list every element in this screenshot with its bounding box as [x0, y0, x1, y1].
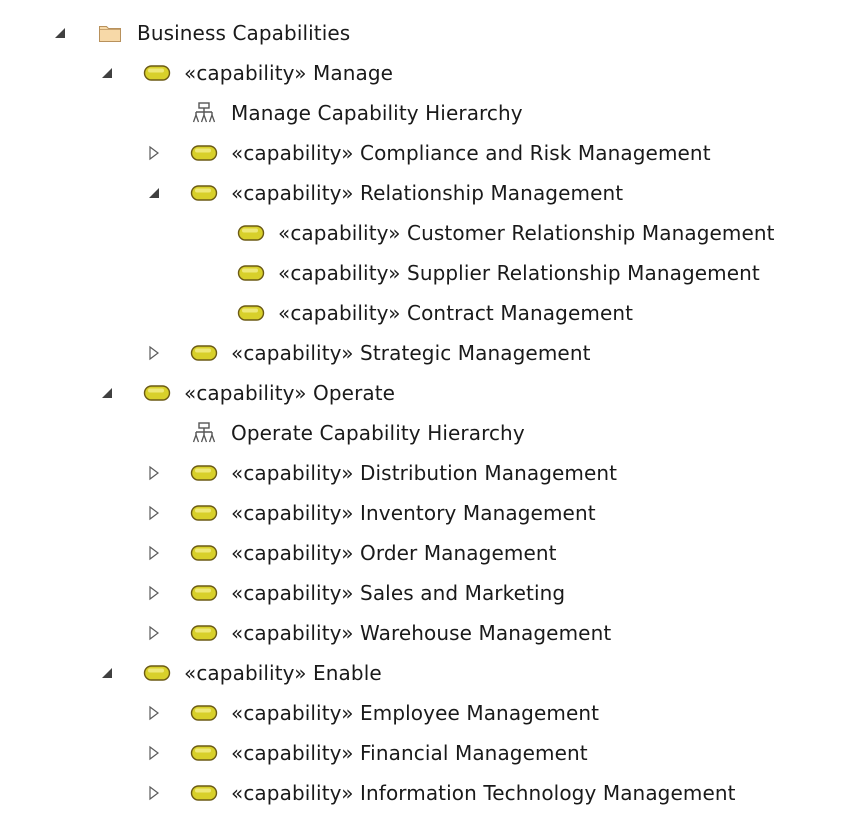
tree-node-label: «capability» Distribution Management	[231, 461, 618, 485]
capability-icon	[142, 61, 172, 85]
collapsed-arrow-icon[interactable]	[146, 345, 162, 361]
collapsed-arrow-icon[interactable]	[146, 465, 162, 481]
tree-node[interactable]: Operate Capability Hierarchy	[0, 413, 858, 453]
tree-node[interactable]: «capability» Information Technology Mana…	[0, 773, 858, 813]
tree-node-label: «capability» Operate	[184, 381, 396, 405]
tree-node-label: «capability» Strategic Management	[231, 341, 591, 365]
collapsed-arrow-icon[interactable]	[146, 745, 162, 761]
expanded-arrow-icon[interactable]	[52, 25, 68, 41]
tree-node[interactable]: «capability» Inventory Management	[0, 493, 858, 533]
expanded-arrow-icon[interactable]	[146, 185, 162, 201]
tree-node[interactable]: «capability» Relationship Management	[0, 173, 858, 213]
capability-icon	[189, 581, 219, 605]
tree-node[interactable]: «capability» Sales and Marketing	[0, 573, 858, 613]
tree-node[interactable]: «capability» Contract Management	[0, 293, 858, 333]
tree-node[interactable]: «capability» Compliance and Risk Managem…	[0, 133, 858, 173]
expanded-arrow-icon[interactable]	[99, 65, 115, 81]
collapsed-arrow-icon[interactable]	[146, 545, 162, 561]
tree-node[interactable]: «capability» Operate	[0, 373, 858, 413]
tree-node-label: «capability» Inventory Management	[231, 501, 596, 525]
tree-node-label: «capability» Financial Management	[231, 741, 588, 765]
tree-node-label: «capability» Manage	[184, 61, 394, 85]
tree-node[interactable]: «capability» Order Management	[0, 533, 858, 573]
collapsed-arrow-icon[interactable]	[146, 585, 162, 601]
capability-icon	[189, 701, 219, 725]
collapsed-arrow-icon[interactable]	[146, 505, 162, 521]
capability-icon	[236, 261, 266, 285]
tree-node-label: «capability» Customer Relationship Manag…	[278, 221, 775, 245]
capability-icon	[189, 501, 219, 525]
tree-node-label: «capability» Compliance and Risk Managem…	[231, 141, 711, 165]
capability-icon	[142, 661, 172, 685]
collapsed-arrow-icon[interactable]	[146, 785, 162, 801]
tree-node-label: «capability» Enable	[184, 661, 382, 685]
hierarchy-diagram-icon	[189, 101, 219, 125]
collapsed-arrow-icon[interactable]	[146, 625, 162, 641]
tree-node-label: «capability» Supplier Relationship Manag…	[278, 261, 760, 285]
capability-icon	[142, 381, 172, 405]
tree-node[interactable]: «capability» Distribution Management	[0, 453, 858, 493]
tree-node[interactable]: Business Capabilities	[0, 13, 858, 53]
capability-icon	[236, 221, 266, 245]
expanded-arrow-icon[interactable]	[99, 665, 115, 681]
tree-node-label: «capability» Order Management	[231, 541, 557, 565]
tree-node-label: Operate Capability Hierarchy	[231, 421, 525, 445]
capability-icon	[236, 301, 266, 325]
capability-icon	[189, 141, 219, 165]
tree-node-label: «capability» Employee Management	[231, 701, 600, 725]
tree-node-label: «capability» Warehouse Management	[231, 621, 612, 645]
tree-node[interactable]: «capability» Employee Management	[0, 693, 858, 733]
capability-icon	[189, 781, 219, 805]
collapsed-arrow-icon[interactable]	[146, 145, 162, 161]
capability-icon	[189, 621, 219, 645]
tree-node-label: «capability» Relationship Management	[231, 181, 624, 205]
expanded-arrow-icon[interactable]	[99, 385, 115, 401]
hierarchy-diagram-icon	[189, 421, 219, 445]
tree-node[interactable]: «capability» Customer Relationship Manag…	[0, 213, 858, 253]
tree-node-label: Business Capabilities	[137, 21, 351, 45]
tree-node-label: Manage Capability Hierarchy	[231, 101, 523, 125]
collapsed-arrow-icon[interactable]	[146, 705, 162, 721]
tree-node[interactable]: «capability» Warehouse Management	[0, 613, 858, 653]
tree-node-label: «capability» Sales and Marketing	[231, 581, 566, 605]
tree-node-label: «capability» Contract Management	[278, 301, 634, 325]
tree-node[interactable]: Manage Capability Hierarchy	[0, 93, 858, 133]
tree-node[interactable]: «capability» Enable	[0, 653, 858, 693]
tree-node[interactable]: «capability» Manage	[0, 53, 858, 93]
tree-node[interactable]: «capability» Strategic Management	[0, 333, 858, 373]
folder-icon	[95, 21, 125, 45]
tree-node[interactable]: «capability» Financial Management	[0, 733, 858, 773]
capability-icon	[189, 461, 219, 485]
capability-icon	[189, 541, 219, 565]
project-browser-tree: Business Capabilities «capability» Manag…	[0, 0, 858, 809]
capability-icon	[189, 181, 219, 205]
capability-icon	[189, 341, 219, 365]
tree-node[interactable]: «capability» Supplier Relationship Manag…	[0, 253, 858, 293]
tree-node-label: «capability» Information Technology Mana…	[231, 781, 736, 805]
capability-icon	[189, 741, 219, 765]
